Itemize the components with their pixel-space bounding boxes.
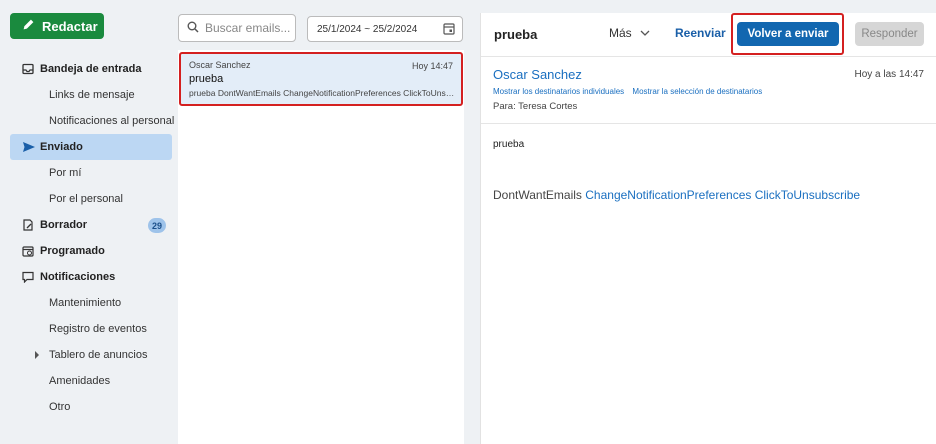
date-range-value: 25/1/2024 ~ 25/2/2024 (317, 23, 418, 35)
sidebar-item-message-links[interactable]: Links de mensaje (0, 82, 176, 108)
sidebar-item-label: Enviado (40, 141, 83, 153)
search-input[interactable]: Buscar emails... (178, 14, 296, 42)
notification-icon (22, 271, 40, 283)
more-label: Más (609, 26, 632, 40)
inbox-icon (22, 63, 40, 75)
reply-button[interactable]: Responder (855, 22, 924, 46)
sidebar-item-label: Tablero de anuncios (49, 349, 148, 361)
pencil-icon (22, 18, 42, 34)
compose-button[interactable]: Redactar (10, 13, 104, 39)
sidebar-item-event-log[interactable]: Registro de eventos (0, 316, 176, 342)
calendar-icon (443, 22, 455, 38)
draft-icon (22, 219, 40, 231)
search-placeholder: Buscar emails... (205, 21, 291, 35)
show-recipient-selection-link[interactable]: Mostrar la selección de destinatarios (632, 87, 762, 96)
change-preferences-link[interactable]: ChangeNotificationPreferences (585, 188, 751, 202)
sidebar-item-label: Por mí (49, 167, 82, 179)
email-subject: prueba (189, 73, 224, 85)
compose-label: Redactar (42, 18, 98, 34)
body-plain-text: DontWantEmails (493, 188, 582, 202)
email-list-column: Buscar emails... 25/1/2024 ~ 25/2/2024 O… (178, 0, 464, 444)
sidebar-item-label: Otro (49, 401, 71, 413)
pane-header: prueba Más Reenviar Volver a enviar Resp… (481, 13, 936, 57)
more-dropdown[interactable]: Más (609, 26, 650, 40)
email-time: Hoy 14:47 (411, 61, 453, 71)
sidebar-item-inbox[interactable]: Bandeja de entrada (0, 56, 176, 82)
sidebar-item-label: Mantenimiento (49, 297, 122, 309)
sidebar-item-staff-notifications[interactable]: Notificaciones al personal (0, 108, 176, 134)
sidebar-item-by-me[interactable]: Por mí (0, 160, 176, 186)
sidebar-item-maintenance[interactable]: Mantenimiento (0, 290, 176, 316)
folder-nav: Bandeja de entrada Links de mensaje Noti… (0, 56, 176, 420)
from-name[interactable]: Oscar Sanchez (493, 67, 582, 82)
draft-count-badge: 29 (148, 218, 166, 233)
sidebar-item-label: Notificaciones al personal (49, 115, 175, 127)
scheduled-icon (22, 245, 40, 257)
sidebar-item-amenities[interactable]: Amenidades (0, 368, 176, 394)
sidebar-item-sent[interactable]: Enviado (10, 134, 172, 160)
sidebar-item-label: Links de mensaje (49, 89, 135, 101)
sidebar-item-label: Notificaciones (40, 271, 116, 283)
sent-time: Hoy a las 14:47 (854, 69, 925, 80)
sidebar-item-notifications[interactable]: Notificaciones (0, 264, 176, 290)
sidebar-item-label: Borrador (40, 219, 88, 231)
resend-button[interactable]: Volver a enviar (737, 22, 839, 46)
sidebar-item-drafts[interactable]: Borrador 29 (0, 212, 176, 238)
search-icon (187, 21, 205, 36)
sidebar-item-bulletin-board[interactable]: Tablero de anuncios (0, 342, 176, 368)
email-body-first-line: prueba (493, 139, 525, 150)
sidebar-item-label: Por el personal (49, 193, 123, 205)
recipient-links: Mostrar los destinatarios individuales M… (493, 87, 768, 96)
email-meta: Oscar Sanchez Hoy a las 14:47 Mostrar lo… (481, 58, 936, 124)
sidebar-item-scheduled[interactable]: Programado (0, 238, 176, 264)
sidebar-item-label: Bandeja de entrada (40, 63, 142, 75)
caret-right-icon[interactable] (35, 351, 39, 359)
send-icon (22, 141, 40, 153)
sidebar-item-label: Programado (40, 245, 105, 257)
unsubscribe-link[interactable]: ClickToUnsubscribe (755, 188, 860, 202)
sidebar: Redactar Bandeja de entrada Links de men… (0, 0, 176, 444)
sidebar-item-by-staff[interactable]: Por el personal (0, 186, 176, 212)
sidebar-item-label: Amenidades (49, 375, 111, 387)
forward-button[interactable]: Reenviar (675, 26, 726, 40)
email-title: prueba (494, 27, 538, 42)
sidebar-item-label: Registro de eventos (49, 323, 147, 335)
reading-pane: prueba Más Reenviar Volver a enviar Resp… (480, 13, 936, 444)
date-range-picker[interactable]: 25/1/2024 ~ 25/2/2024 (307, 16, 463, 42)
email-body-line: DontWantEmails ChangeNotificationPrefere… (493, 188, 860, 202)
recipient-to: Para: Teresa Cortes (493, 101, 578, 112)
email-preview: prueba DontWantEmails ChangeNotification… (189, 88, 455, 98)
chevron-down-icon (632, 26, 650, 40)
sidebar-item-other[interactable]: Otro (0, 394, 176, 420)
email-list-item[interactable]: Oscar Sanchez Hoy 14:47 prueba prueba Do… (179, 52, 463, 106)
show-individual-recipients-link[interactable]: Mostrar los destinatarios individuales (493, 87, 624, 96)
